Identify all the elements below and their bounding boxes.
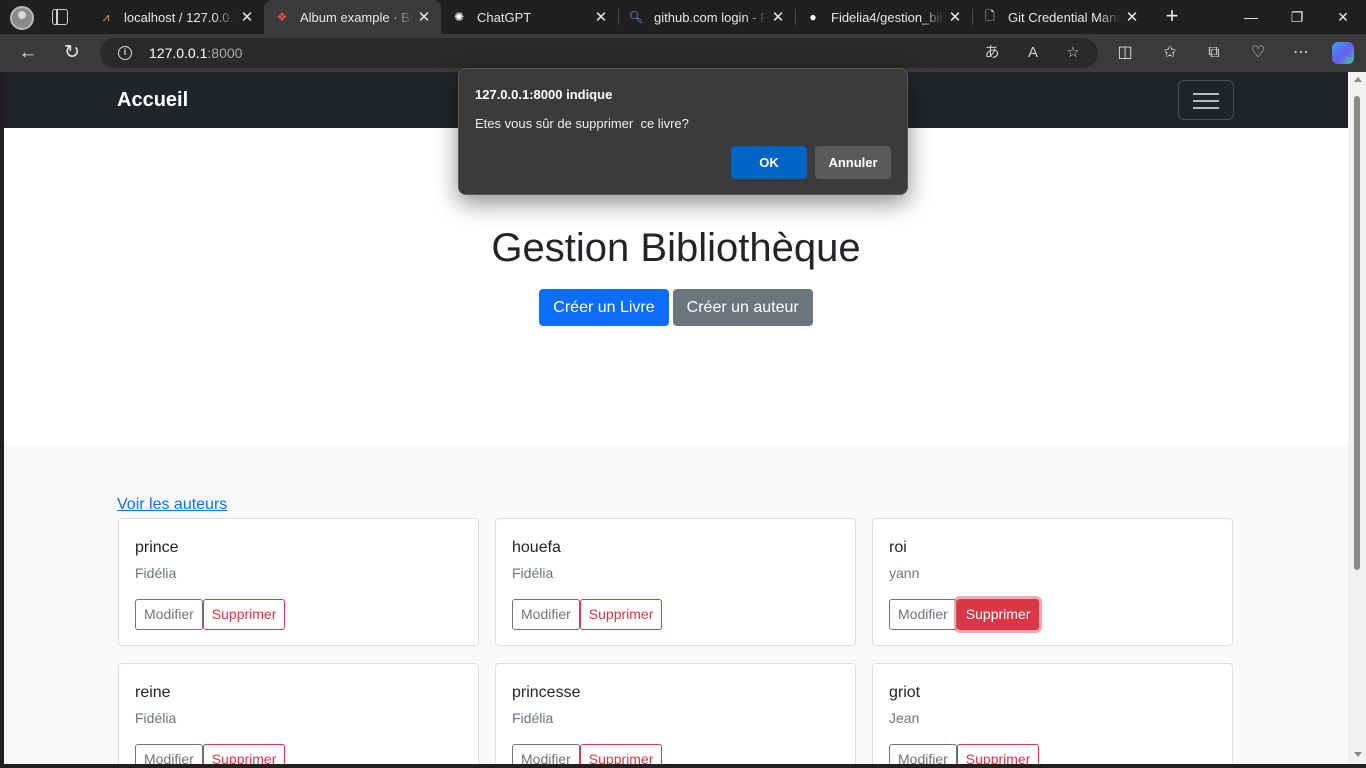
close-icon[interactable]: ✕ [590, 8, 612, 26]
delete-book-button[interactable]: Supprimer [956, 744, 1040, 764]
tab-github-login-search[interactable]: 🔍︎ github.com login - Recherche ✕ [618, 0, 795, 34]
chatgpt-icon: ✺ [453, 10, 465, 24]
edit-book-button[interactable]: Modifier [889, 744, 957, 764]
book-card: houefa Fidélia Modifier Supprimer [495, 518, 856, 646]
close-icon[interactable]: ✕ [944, 8, 966, 26]
tab-git-credential-manager[interactable]: 🗋︎ Git Credential Manager ✕ [972, 0, 1149, 34]
favorite-star-icon[interactable]: ☆ [1063, 43, 1083, 63]
edit-book-button[interactable]: Modifier [512, 744, 580, 764]
edit-book-button[interactable]: Modifier [135, 744, 203, 764]
delete-book-button[interactable]: Supprimer [956, 599, 1040, 630]
hamburger-line [1193, 93, 1219, 95]
close-icon[interactable]: ✕ [767, 8, 789, 26]
address-bar[interactable]: i 127.0.0.1:8000 あ A ☆ [100, 38, 1098, 68]
performance-icon[interactable]: ♡ [1247, 42, 1269, 64]
profile-avatar[interactable] [10, 6, 34, 30]
book-title: griot [889, 684, 921, 701]
tab-title: ChatGPT [477, 9, 532, 25]
tab-actions-icon[interactable] [52, 9, 68, 25]
split-screen-icon[interactable]: ◫ [1114, 42, 1136, 64]
delete-book-button[interactable]: Supprimer [579, 599, 663, 630]
create-author-button[interactable]: Créer un auteur [672, 289, 813, 326]
tab-title: Fidelia4/gestion_bibliotheque [831, 9, 944, 25]
scroll-down-arrow[interactable] [1354, 752, 1362, 757]
search-icon: 🔍︎ [628, 10, 644, 24]
book-title: reine [135, 684, 171, 701]
book-author: Fidélia [512, 565, 554, 581]
book-author: Fidélia [135, 710, 177, 726]
create-book-button[interactable]: Créer un Livre [539, 289, 669, 326]
tab-title: Git Credential Manager [1008, 9, 1121, 25]
tab-album-example[interactable]: ❖ Album example · Bootstrap ✕ [264, 0, 441, 34]
copilot-icon[interactable] [1332, 42, 1354, 64]
address-toolbar: ← ↻ i 127.0.0.1:8000 あ A ☆ ◫ ✩ ⧉ ♡ ⋯ [0, 34, 1366, 72]
book-title: princesse [512, 684, 581, 701]
tab-chatgpt[interactable]: ✺ ChatGPT ✕ [441, 0, 618, 34]
confirm-dialog: 127.0.0.1:8000 indique Etes vous sûr de … [458, 68, 908, 195]
tab-github-repo[interactable]: ● Fidelia4/gestion_bibliotheque ✕ [795, 0, 972, 34]
document-icon: 🗋︎ [985, 8, 995, 23]
book-title: prince [135, 539, 179, 556]
close-icon[interactable]: ✕ [413, 8, 435, 26]
favorites-icon[interactable]: ✩ [1159, 42, 1181, 64]
delete-book-button[interactable]: Supprimer [202, 744, 286, 764]
delete-book-button[interactable]: Supprimer [579, 744, 663, 764]
navbar-toggler[interactable] [1178, 80, 1234, 120]
translate-icon[interactable]: あ [982, 43, 1002, 63]
tab-title: localhost / 127.0.0.1 | phpMyAdmin [124, 9, 236, 25]
info-icon[interactable]: i [118, 46, 132, 60]
navbar-brand[interactable]: Accueil [117, 89, 188, 112]
delete-book-button[interactable]: Supprimer [202, 599, 286, 630]
book-author: Jean [889, 710, 920, 726]
read-aloud-icon[interactable]: A [1023, 43, 1043, 63]
back-button[interactable]: ← [15, 41, 41, 65]
close-icon[interactable]: ✕ [236, 8, 258, 26]
edit-book-button[interactable]: Modifier [135, 599, 203, 630]
album-section: Voir les auteurs prince Fidélia Modifier… [4, 446, 1348, 764]
book-card: princesse Fidélia Modifier Supprimer [495, 663, 856, 764]
close-icon[interactable]: ✕ [1121, 8, 1143, 26]
url-host: 127.0.0.1 [149, 45, 208, 61]
book-title: houefa [512, 539, 561, 556]
book-card: griot Jean Modifier Supprimer [872, 663, 1233, 764]
hamburger-line [1193, 107, 1219, 109]
page-scrollbar[interactable] [1348, 72, 1366, 764]
collections-icon[interactable]: ⧉ [1203, 42, 1225, 64]
more-options-icon[interactable]: ⋯ [1290, 42, 1312, 64]
scroll-thumb[interactable] [1354, 96, 1360, 570]
dialog-ok-button[interactable]: OK [731, 146, 807, 179]
edit-book-button[interactable]: Modifier [889, 599, 957, 630]
book-title: roi [889, 539, 907, 556]
book-author: Fidélia [512, 710, 554, 726]
edit-book-button[interactable]: Modifier [512, 599, 580, 630]
book-author: yann [889, 565, 920, 581]
view-authors-link[interactable]: Voir les auteurs [117, 496, 227, 514]
dialog-cancel-button[interactable]: Annuler [815, 146, 891, 179]
restore-button[interactable]: ❐ [1274, 0, 1320, 34]
hero-actions: Créer un Livre Créer un auteur [4, 289, 1348, 326]
url-port: :8000 [207, 45, 243, 61]
tab-title: Album example · Bootstrap [300, 9, 413, 25]
phpmyadmin-icon: ⩘ [102, 9, 110, 24]
book-card: roi yann Modifier Supprimer [872, 518, 1233, 646]
close-window-button[interactable]: ✕ [1320, 0, 1366, 34]
tab-phpmyadmin[interactable]: ⩘ localhost / 127.0.0.1 | phpMyAdmin ✕ [88, 0, 264, 34]
dialog-message: Etes vous sûr de supprimer ce livre? [475, 116, 689, 131]
refresh-button[interactable]: ↻ [59, 41, 85, 65]
book-card: reine Fidélia Modifier Supprimer [118, 663, 479, 764]
minimize-button[interactable]: — [1228, 0, 1274, 34]
book-card: prince Fidélia Modifier Supprimer [118, 518, 479, 646]
book-author: Fidélia [135, 565, 177, 581]
hamburger-line [1193, 100, 1219, 102]
page-title: Gestion Bibliothèque [491, 226, 861, 270]
tab-title: github.com login - Recherche [654, 9, 767, 25]
new-tab-button[interactable]: + [1160, 5, 1184, 29]
tab-bar: ⩘ localhost / 127.0.0.1 | phpMyAdmin ✕ ❖… [0, 0, 1366, 34]
dialog-title: 127.0.0.1:8000 indique [475, 87, 613, 102]
laravel-icon: ❖ [276, 10, 288, 24]
scroll-up-arrow[interactable] [1354, 77, 1362, 82]
url-text[interactable]: 127.0.0.1:8000 [149, 45, 242, 61]
github-icon: ● [809, 10, 817, 24]
